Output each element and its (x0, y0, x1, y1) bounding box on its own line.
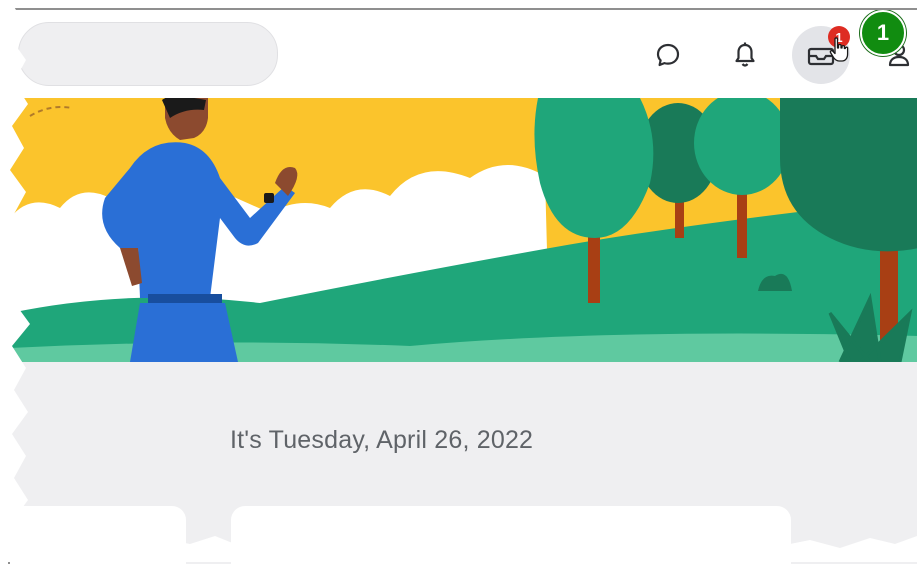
hero-banner-illustration (10, 98, 917, 362)
step-marker: 1 (860, 10, 906, 56)
torn-edge-bottom (0, 534, 917, 562)
hand-cursor-icon (829, 37, 849, 62)
chat-icon[interactable] (651, 38, 685, 72)
date-greeting: It's Tuesday, April 26, 2022 (230, 426, 534, 454)
app-window: 1 1 It's Tuesday, April 26, 2022 (8, 8, 917, 564)
bell-icon[interactable] (728, 38, 762, 72)
search-input[interactable] (18, 22, 278, 86)
torn-edge-left (0, 0, 30, 562)
top-bar: 1 (10, 10, 917, 98)
